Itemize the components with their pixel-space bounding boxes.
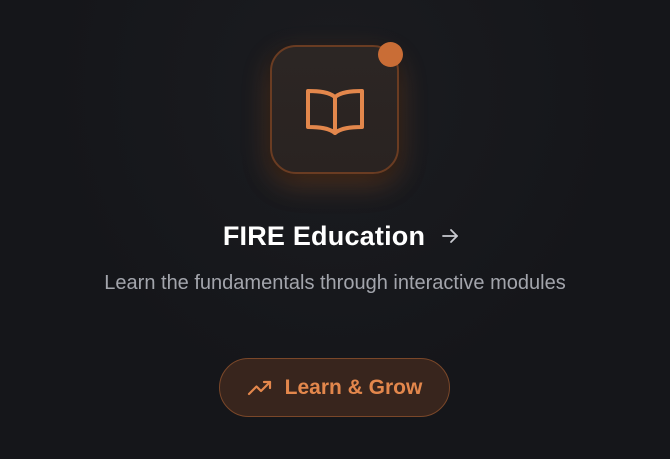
notification-dot <box>378 42 403 67</box>
title-row[interactable]: FIRE Education <box>0 214 670 258</box>
button-label: Learn & Grow <box>284 375 423 399</box>
book-icon-tile <box>270 45 399 174</box>
book-open-icon <box>305 88 364 135</box>
card-title[interactable]: FIRE Education <box>223 221 425 252</box>
learn-and-grow-button[interactable]: Learn & Grow <box>219 358 450 417</box>
card-subtitle: Learn the fundamentals through interacti… <box>104 272 566 294</box>
arrow-right-icon[interactable] <box>439 225 461 247</box>
fire-education-card[interactable]: FIRE Education Learn the fundamentals th… <box>0 0 670 459</box>
trending-up-icon <box>247 380 271 395</box>
